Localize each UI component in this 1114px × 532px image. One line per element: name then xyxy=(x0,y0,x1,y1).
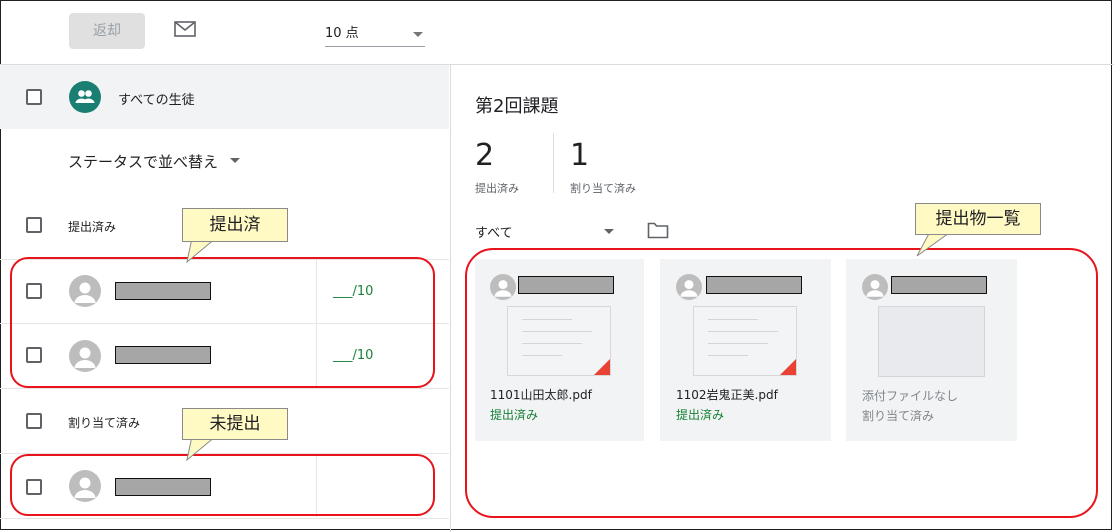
assigned-header: 割り当て済み xyxy=(68,416,141,430)
stat-assigned-count: 1 xyxy=(570,138,590,173)
submissions-highlight xyxy=(465,248,1098,518)
all-students-label: すべての生徒 xyxy=(118,93,195,108)
chevron-down-icon xyxy=(413,32,423,37)
stat-submitted-count: 2 xyxy=(475,138,495,173)
group-icon xyxy=(69,81,101,113)
all-students-row[interactable] xyxy=(0,65,449,129)
folder-icon[interactable] xyxy=(647,221,669,239)
divider xyxy=(553,133,554,193)
mail-icon[interactable] xyxy=(174,20,196,38)
assignment-title: 第2回課題 xyxy=(475,96,559,117)
callout-submissions-list: 提出物一覧 xyxy=(915,203,1041,235)
select-all-checkbox[interactable] xyxy=(26,89,42,105)
callout-not-submitted: 未提出 xyxy=(182,408,288,440)
assigned-group-checkbox[interactable] xyxy=(26,413,42,429)
divider xyxy=(0,388,449,389)
points-select[interactable]: 10 点 xyxy=(325,24,425,47)
callout-submitted: 提出済 xyxy=(182,208,288,242)
sort-label[interactable]: ステータスで並べ替え xyxy=(68,151,218,172)
callout-pointer xyxy=(186,238,217,264)
chevron-down-icon[interactable] xyxy=(230,158,240,163)
chevron-down-icon[interactable] xyxy=(604,229,614,234)
filter-select[interactable]: すべて xyxy=(475,222,513,241)
points-value: 10 点 xyxy=(325,26,359,41)
stat-assigned-label: 割り当て済み xyxy=(570,182,636,195)
submitted-highlight xyxy=(10,257,435,388)
submitted-group-checkbox[interactable] xyxy=(26,217,42,233)
submitted-header: 提出済み xyxy=(68,220,117,234)
return-button[interactable]: 返却 xyxy=(69,13,145,49)
stat-submitted-label: 提出済み xyxy=(475,182,519,195)
divider xyxy=(0,518,449,519)
callout-pointer xyxy=(186,436,217,462)
